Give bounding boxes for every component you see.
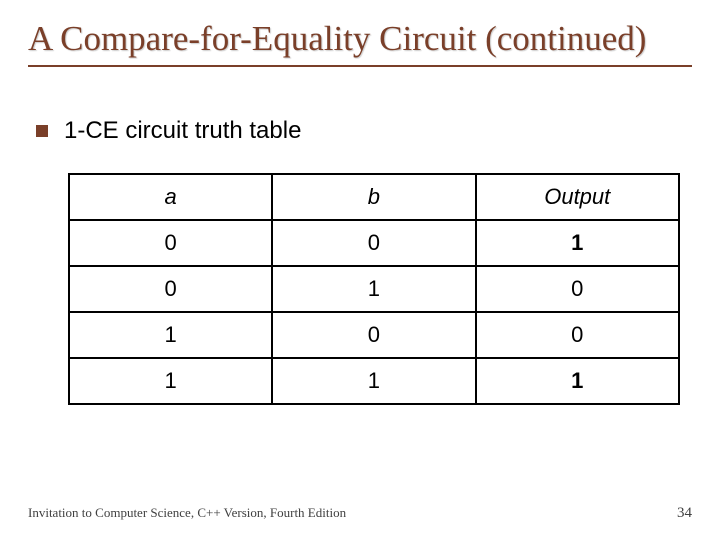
table-header-b: b xyxy=(272,174,475,220)
table-cell: 1 xyxy=(272,266,475,312)
table-header-output: Output xyxy=(476,174,680,220)
title-underline xyxy=(28,65,692,67)
table-cell: 1 xyxy=(476,220,680,266)
table-header-a: a xyxy=(69,174,272,220)
table-cell: 0 xyxy=(476,312,680,358)
table-cell: 1 xyxy=(69,312,272,358)
table-cell: 1 xyxy=(476,358,680,404)
table-row: a b Output xyxy=(69,174,679,220)
footer: Invitation to Computer Science, C++ Vers… xyxy=(28,505,692,522)
table-cell: 0 xyxy=(272,312,475,358)
slide-title: A Compare-for-Equality Circuit (continue… xyxy=(28,18,692,59)
table-cell: 0 xyxy=(69,266,272,312)
bullet-text: 1-CE circuit truth table xyxy=(64,117,301,145)
table-cell: 0 xyxy=(272,220,475,266)
footer-page-number: 34 xyxy=(677,505,692,522)
table-cell: 1 xyxy=(272,358,475,404)
table-cell: 1 xyxy=(69,358,272,404)
bullet-item: 1-CE circuit truth table xyxy=(36,117,692,145)
table-cell: 0 xyxy=(69,220,272,266)
table-row: 1 0 0 xyxy=(69,312,679,358)
footer-text: Invitation to Computer Science, C++ Vers… xyxy=(28,505,346,521)
table-row: 0 1 0 xyxy=(69,266,679,312)
table-cell: 0 xyxy=(476,266,680,312)
bullet-square-icon xyxy=(36,125,48,137)
truth-table: a b Output 0 0 1 0 1 0 1 0 0 1 1 1 xyxy=(68,173,680,405)
table-row: 1 1 1 xyxy=(69,358,679,404)
table-row: 0 0 1 xyxy=(69,220,679,266)
